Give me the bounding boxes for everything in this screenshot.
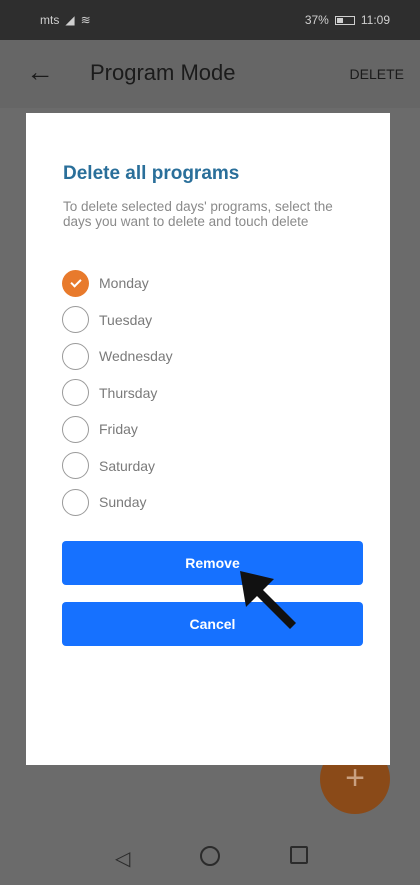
day-option[interactable]: Sunday bbox=[62, 484, 173, 521]
day-option[interactable]: Wednesday bbox=[62, 338, 173, 375]
radio-unchecked-icon[interactable] bbox=[62, 306, 89, 334]
page-title: Program Mode bbox=[90, 60, 236, 85]
battery-percent: 37% bbox=[304, 13, 329, 27]
dialog-title: Delete all programs bbox=[63, 163, 240, 184]
day-label: Monday bbox=[99, 275, 149, 292]
battery-fill bbox=[336, 17, 344, 23]
radio-unchecked-icon[interactable] bbox=[62, 415, 89, 443]
nav-home-icon[interactable] bbox=[200, 846, 220, 866]
remove-button[interactable]: Remove bbox=[62, 541, 363, 585]
day-option[interactable]: Saturday bbox=[62, 448, 173, 485]
day-option[interactable]: Thursday bbox=[62, 375, 173, 412]
carrier-label: mts bbox=[40, 13, 60, 27]
checkmark-icon bbox=[69, 276, 82, 288]
clock: 11:09 bbox=[360, 13, 390, 27]
day-label: Friday bbox=[99, 421, 138, 438]
radio-checked-icon[interactable] bbox=[62, 269, 89, 297]
back-arrow-icon[interactable]: ← bbox=[26, 56, 54, 88]
dialog-description: To delete selected days' programs, selec… bbox=[63, 199, 333, 229]
delete-action-button[interactable]: DELETE bbox=[350, 66, 404, 82]
nav-back-icon[interactable]: ◁ bbox=[115, 846, 130, 871]
radio-unchecked-icon[interactable] bbox=[62, 342, 89, 370]
cancel-button[interactable]: Cancel bbox=[62, 602, 363, 646]
radio-unchecked-icon[interactable] bbox=[62, 488, 89, 516]
status-left: mts ◢ ≋ bbox=[40, 13, 91, 27]
day-list: Monday Tuesday Wednesday Thursday Friday Satu… bbox=[62, 265, 173, 521]
system-nav-bar: ◁ bbox=[0, 830, 420, 885]
day-label: Wednesday bbox=[99, 348, 173, 365]
status-bar: mts ◢ ≋ 37% 11:09 bbox=[0, 0, 420, 40]
signal-icon: ◢ bbox=[65, 13, 75, 27]
day-label: Thursday bbox=[99, 384, 158, 401]
battery-icon bbox=[334, 15, 355, 25]
wifi-icon: ≋ bbox=[80, 13, 91, 27]
day-label: Sunday bbox=[99, 494, 147, 511]
nav-recent-icon[interactable] bbox=[290, 846, 308, 864]
day-label: Tuesday bbox=[99, 311, 153, 328]
day-option[interactable]: Monday bbox=[62, 265, 173, 302]
delete-programs-dialog: Delete all programs To delete selected d… bbox=[26, 113, 390, 765]
day-option[interactable]: Friday bbox=[62, 411, 173, 448]
pointer-cursor-icon bbox=[240, 571, 296, 629]
day-option[interactable]: Tuesday bbox=[62, 302, 173, 339]
day-label: Saturday bbox=[99, 457, 156, 474]
radio-unchecked-icon[interactable] bbox=[62, 379, 89, 407]
status-right: 37% 11:09 bbox=[305, 13, 390, 27]
app-bar: ← Program Mode DELETE bbox=[0, 40, 420, 108]
radio-unchecked-icon[interactable] bbox=[62, 452, 89, 480]
